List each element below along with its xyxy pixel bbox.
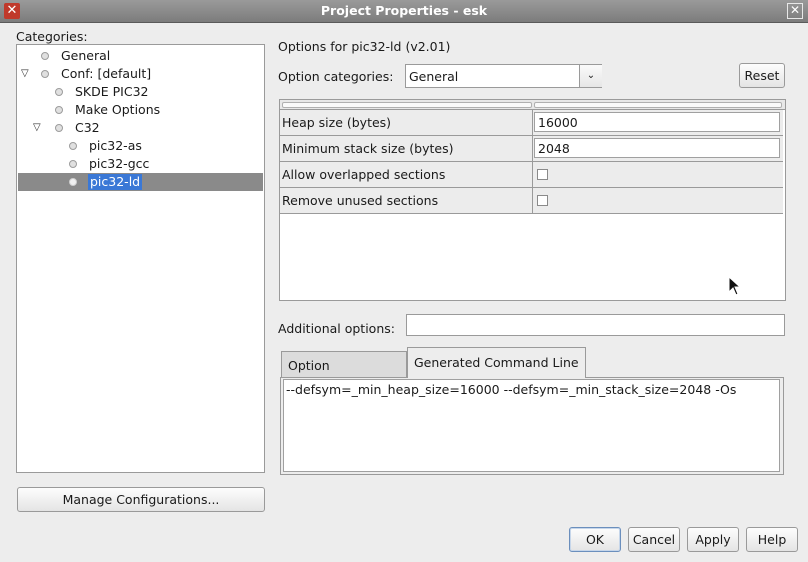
command-line-text[interactable]: --defsym=_min_heap_size=16000 --defsym=_… [283,379,780,472]
option-categories-label: Option categories: [278,69,394,84]
options-table: Heap size (bytes) 16000 Minimum stack si… [279,99,786,301]
tree-item-pic32-ld[interactable]: pic32-ld [18,173,263,191]
option-categories-select[interactable]: General ⌄ [405,64,602,88]
categories-tree[interactable]: General ▽ Conf: [default] SKDE PIC32 Mak… [16,44,265,473]
manage-configurations-button[interactable]: Manage Configurations... [17,487,265,512]
cancel-button[interactable]: Cancel [628,527,680,552]
column-header[interactable] [282,102,532,108]
heap-size-input[interactable]: 16000 [534,112,780,132]
tree-item-make-options[interactable]: Make Options [17,101,264,119]
allow-overlapped-checkbox[interactable] [537,169,548,180]
column-header[interactable] [534,102,782,108]
mouse-cursor-icon [728,276,742,296]
help-button[interactable]: Help [746,527,798,552]
tree-item-pic32-as[interactable]: pic32-as [17,137,264,155]
table-row: Remove unused sections [280,188,783,214]
tree-item-conf-default[interactable]: ▽ Conf: [default] [17,65,264,83]
additional-options-input[interactable] [406,314,785,336]
tree-item-pic32-gcc[interactable]: pic32-gcc [17,155,264,173]
categories-label: Categories: [16,29,88,44]
expand-icon[interactable]: ▽ [21,65,29,83]
tree-item-c32[interactable]: ▽ C32 [17,119,264,137]
table-row: Minimum stack size (bytes) 2048 [280,136,783,162]
min-stack-size-input[interactable]: 2048 [534,138,780,158]
options-heading: Options for pic32-ld (v2.01) [278,39,451,54]
window-title: Project Properties - esk [320,3,488,18]
tree-item-general[interactable]: General [17,47,264,65]
tab-option-description[interactable]: Option Description [281,351,407,400]
table-row: Heap size (bytes) 16000 [280,110,783,136]
tab-panel: --defsym=_min_heap_size=16000 --defsym=_… [280,377,784,475]
table-row: Allow overlapped sections [280,162,783,188]
tree-item-skde-pic32[interactable]: SKDE PIC32 [17,83,264,101]
ok-button[interactable]: OK [569,527,621,552]
expand-icon[interactable]: ▽ [33,119,41,137]
remove-unused-checkbox[interactable] [537,195,548,206]
chevron-down-icon[interactable]: ⌄ [579,65,602,87]
reset-button[interactable]: Reset [739,63,785,88]
table-header [280,100,785,110]
close-icon[interactable]: ✕ [787,3,803,19]
apply-button[interactable]: Apply [687,527,739,552]
title-bar: ✕ Project Properties - esk ✕ [0,0,808,23]
tab-generated-command-line[interactable]: Generated Command Line [407,347,586,378]
additional-options-label: Additional options: [278,321,395,336]
